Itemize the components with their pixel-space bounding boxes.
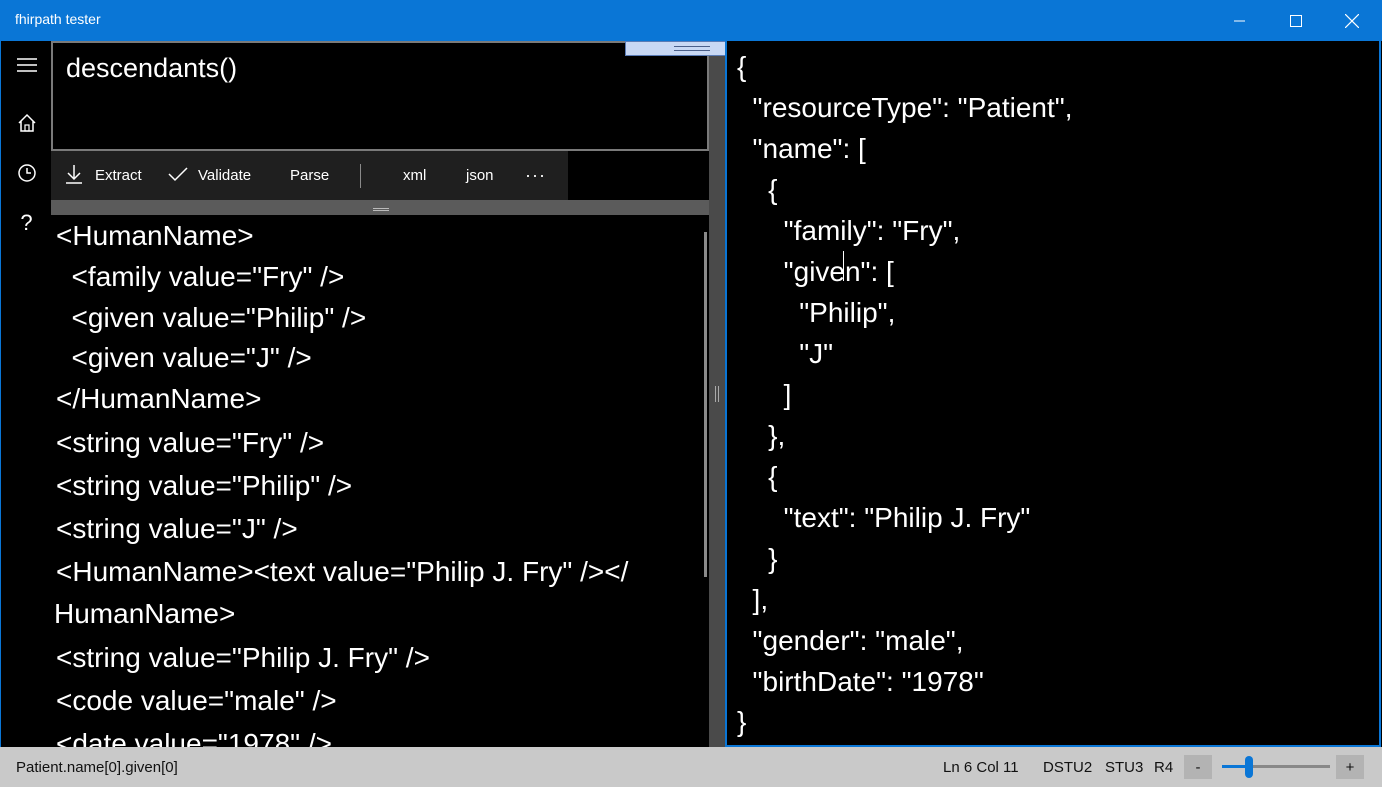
- extract-button[interactable]: Extract: [65, 151, 142, 200]
- json-line: {: [737, 461, 778, 492]
- version-r4[interactable]: R4: [1154, 759, 1173, 776]
- output-line: <HumanName><text value="Philip J. Fry" /…: [56, 556, 629, 587]
- json-line: ],: [737, 584, 769, 615]
- output-line: <code value="male" />: [56, 685, 337, 716]
- xml-label: xml: [403, 167, 427, 184]
- json-line: "J": [737, 338, 834, 369]
- json-line: "given": [: [737, 256, 894, 287]
- output-line: HumanName>: [54, 598, 236, 629]
- maximize-button[interactable]: [1268, 0, 1324, 41]
- text-caret: [843, 251, 844, 281]
- output-line: <string value="J" />: [56, 513, 298, 544]
- validate-label: Validate: [198, 167, 252, 184]
- vertical-splitter[interactable]: [709, 41, 725, 747]
- close-button[interactable]: [1324, 0, 1380, 41]
- horizontal-splitter[interactable]: [51, 200, 709, 215]
- output-line: <given value="Philip" />: [56, 302, 367, 333]
- json-line: "birthDate": "1978": [737, 666, 984, 697]
- toolbar-separator: [360, 164, 361, 188]
- json-line: "resourceType": "Patient",: [737, 92, 1073, 123]
- minimize-icon: [1234, 15, 1246, 27]
- version-stu3[interactable]: STU3: [1105, 759, 1143, 776]
- xml-button[interactable]: xml: [403, 151, 426, 200]
- output-line: </HumanName>: [56, 383, 262, 414]
- history-button[interactable]: [1, 153, 52, 197]
- parse-button[interactable]: Parse: [290, 151, 329, 200]
- output-scrollbar[interactable]: [704, 232, 707, 577]
- json-line: "gender": "male",: [737, 625, 964, 656]
- json-label: json: [466, 167, 494, 184]
- home-icon: [17, 113, 37, 137]
- zoom-in-button[interactable]: +: [1336, 755, 1364, 779]
- hamburger-menu-icon: [16, 57, 37, 77]
- more-options-button[interactable]: ···: [525, 151, 546, 200]
- json-line: }: [737, 543, 778, 574]
- resource-json-editor[interactable]: { "resourceType": "Patient", "name": [ {…: [725, 41, 1381, 747]
- home-button[interactable]: [1, 103, 52, 147]
- close-icon: [1345, 13, 1359, 28]
- json-line: "name": [: [737, 133, 866, 164]
- expression-editor[interactable]: descendants(): [51, 41, 709, 151]
- output-line: <string value="Philip J. Fry" />: [56, 642, 430, 673]
- json-button[interactable]: json: [466, 151, 494, 200]
- output-line: <HumanName>: [56, 220, 254, 251]
- more-ellipsis-icon: ···: [525, 165, 546, 185]
- output-line: <family value="Fry" />: [56, 261, 345, 292]
- json-line: },: [737, 420, 786, 451]
- output-line: <date value="1978" />: [56, 728, 332, 747]
- help-question-icon: ?: [20, 210, 33, 235]
- command-toolbar: Extract Validate Parse xml json ···: [51, 151, 568, 200]
- json-line: {: [737, 51, 747, 82]
- extract-label: Extract: [95, 167, 142, 184]
- history-clock-icon: [17, 163, 37, 187]
- toolbar-spacer: [568, 151, 709, 200]
- json-line: "text": "Philip J. Fry": [737, 502, 1031, 533]
- status-bar: Patient.name[0].given[0] Ln 6 Col 11 DST…: [0, 747, 1382, 787]
- parse-label: Parse: [290, 167, 330, 184]
- minimize-button[interactable]: [1212, 0, 1268, 41]
- window-title: fhirpath tester: [15, 11, 101, 27]
- help-button[interactable]: ?: [1, 201, 52, 245]
- cursor-position: Ln 6 Col 11: [943, 759, 1019, 776]
- json-line: {: [737, 174, 778, 205]
- version-dstu2[interactable]: DSTU2: [1043, 759, 1092, 776]
- hamburger-menu-button[interactable]: [1, 45, 52, 89]
- json-line: ]: [737, 379, 792, 410]
- maximize-icon: [1290, 14, 1302, 27]
- output-line: <string value="Fry" />: [56, 427, 325, 458]
- json-line: }: [737, 706, 747, 737]
- json-line: "Philip",: [737, 297, 896, 328]
- navigation-rail: ?: [0, 41, 51, 747]
- selected-path: Patient.name[0].given[0]: [16, 759, 178, 776]
- expression-text: descendants(): [66, 53, 238, 83]
- output-line: <string value="Philip" />: [56, 470, 353, 501]
- title-bar: fhirpath tester: [0, 0, 1382, 41]
- validate-button[interactable]: Validate: [168, 151, 251, 200]
- output-panel[interactable]: <HumanName> <family value="Fry" /> <give…: [51, 215, 709, 747]
- splitter-grip-icon: [373, 208, 389, 211]
- splitter-grip-icon: [715, 386, 719, 402]
- checkmark-icon: [168, 166, 188, 186]
- zoom-slider-thumb[interactable]: [1245, 756, 1253, 778]
- json-line: "family": "Fry",: [737, 215, 961, 246]
- output-line: <given value="J" />: [56, 342, 312, 373]
- zoom-out-button[interactable]: -: [1184, 755, 1212, 779]
- download-arrow-icon: [65, 164, 83, 188]
